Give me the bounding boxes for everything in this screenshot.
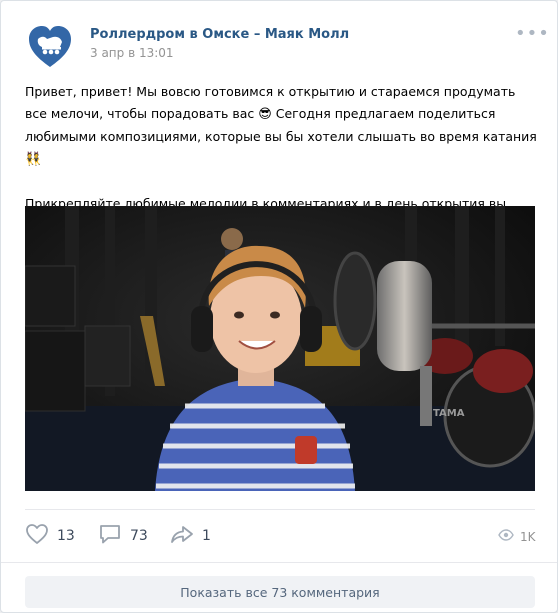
svg-text:TAMA: TAMA [433, 408, 465, 419]
share-count: 1 [202, 528, 211, 544]
post-date[interactable]: 3 апр в 13:01 [90, 46, 174, 60]
community-avatar[interactable] [26, 23, 74, 71]
heart-icon [25, 523, 49, 549]
comment-button[interactable]: 73 [98, 522, 148, 550]
post-photo[interactable]: TAMA [25, 206, 535, 491]
comment-icon [98, 523, 122, 549]
views-counter: 1K [498, 529, 536, 544]
share-icon [170, 523, 194, 549]
community-name-link[interactable]: Роллердром в Омске – Маяк Молл [90, 27, 349, 42]
share-button[interactable]: 1 [170, 522, 211, 550]
post-card: Роллердром в Омске – Маяк Молл 3 апр в 1… [0, 0, 558, 613]
more-dots-icon[interactable]: ••• [515, 25, 550, 43]
like-button[interactable]: 13 [25, 522, 75, 550]
views-count: 1K [520, 529, 536, 544]
show-all-comments-button[interactable]: Показать все 73 комментария [25, 576, 535, 608]
post-paragraph-1: Привет, привет! Мы вовсю готовимся к отк… [25, 81, 537, 171]
comments-divider [1, 562, 557, 563]
comment-count: 73 [130, 528, 148, 544]
sunglasses-emoji-icon: 😎 [258, 107, 272, 122]
actions-divider [25, 509, 535, 510]
dancers-emoji-icon: 👯 [25, 152, 42, 167]
like-count: 13 [57, 528, 75, 544]
eye-icon [498, 529, 514, 544]
